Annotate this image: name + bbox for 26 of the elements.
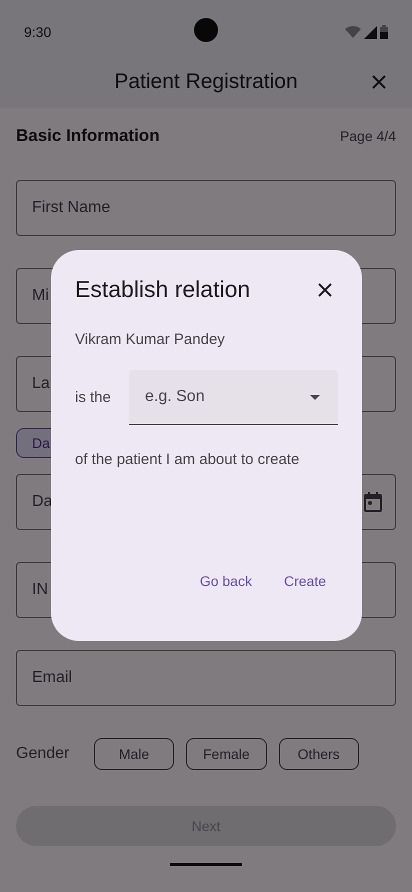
close-icon xyxy=(318,282,332,296)
relation-dropdown[interactable]: e.g. Son xyxy=(129,370,338,425)
signal-icon xyxy=(364,26,377,38)
gender-chip[interactable]: Female xyxy=(186,738,267,770)
gender-chip[interactable]: Male xyxy=(94,738,174,770)
camera-cutout xyxy=(194,18,218,42)
input-field[interactable]: First Name xyxy=(16,180,396,236)
status-time: 9:30 xyxy=(24,24,52,40)
text-button[interactable]: Create xyxy=(272,565,338,597)
battery-icon xyxy=(380,25,388,39)
text-button[interactable]: Go back xyxy=(188,565,264,597)
gender-chip[interactable]: Others xyxy=(278,738,359,770)
person-name: Vikram Kumar Pandey xyxy=(75,331,226,348)
wifi-icon xyxy=(345,26,361,38)
close-icon xyxy=(372,75,386,89)
app-title: Patient Registration xyxy=(114,70,298,94)
dialog-title: Establish relation xyxy=(75,276,250,303)
home-indicator xyxy=(170,863,242,866)
gender-label: Gender xyxy=(16,745,70,763)
calendar-icon xyxy=(364,492,382,512)
section-title: Basic Information xyxy=(16,126,160,146)
input-field[interactable]: Email xyxy=(16,650,396,706)
caret-icon xyxy=(310,395,320,400)
relation-suffix: of the patient I am about to create xyxy=(75,451,300,468)
page-indicator: Page 4/4 xyxy=(340,128,396,144)
relation-prefix: is the xyxy=(75,389,112,406)
